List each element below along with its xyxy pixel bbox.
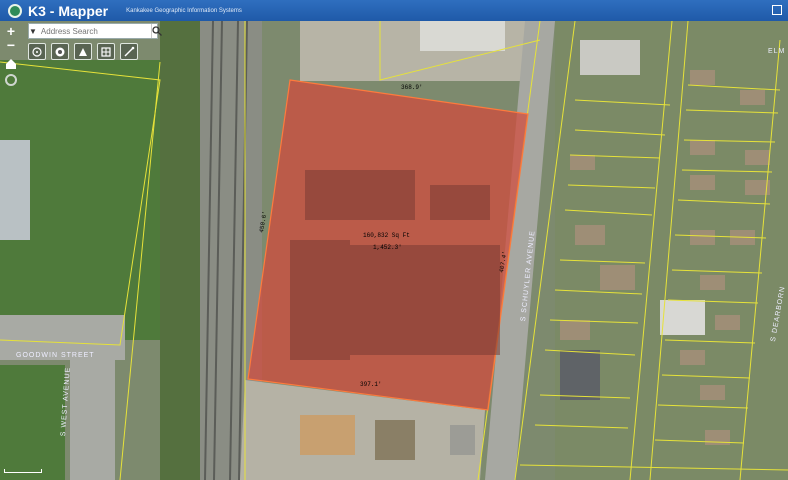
search-input[interactable] <box>36 25 151 37</box>
parcel-dim-bottom: 397.1' <box>360 381 382 388</box>
map-toolbar <box>28 43 138 60</box>
app-header: K3 - Mapper Kankakee Geographic Informat… <box>0 0 788 21</box>
measure-icon[interactable] <box>28 43 46 60</box>
home-icon[interactable] <box>4 57 18 71</box>
layers-icon[interactable] <box>51 43 69 60</box>
parcel-area-label: 160,832 Sq Ft <box>363 232 410 239</box>
app-logo <box>8 3 22 18</box>
app-title: K3 - Mapper <box>28 2 109 19</box>
zoom-out-button[interactable]: − <box>3 37 19 53</box>
identify-icon[interactable] <box>74 43 92 60</box>
parcel-dim-top: 368.9' <box>401 84 423 91</box>
app-subtitle: Kankakee Geographic Information Systems <box>126 7 242 14</box>
scale-bar <box>4 469 42 473</box>
fullscreen-icon[interactable] <box>772 5 782 15</box>
road-label-goodwin: GOODWIN STREET <box>16 352 95 359</box>
locate-icon[interactable] <box>5 74 17 86</box>
search-button[interactable] <box>150 24 162 38</box>
road-label-elm: ELM <box>768 48 786 55</box>
address-search: ▼ <box>28 23 162 39</box>
parcel-perimeter-label: 1,452.3' <box>373 244 402 251</box>
draw-icon[interactable] <box>120 43 138 60</box>
chevron-down-icon[interactable]: ▼ <box>29 24 37 38</box>
search-icon <box>152 26 162 36</box>
basemap-icon[interactable] <box>97 43 115 60</box>
